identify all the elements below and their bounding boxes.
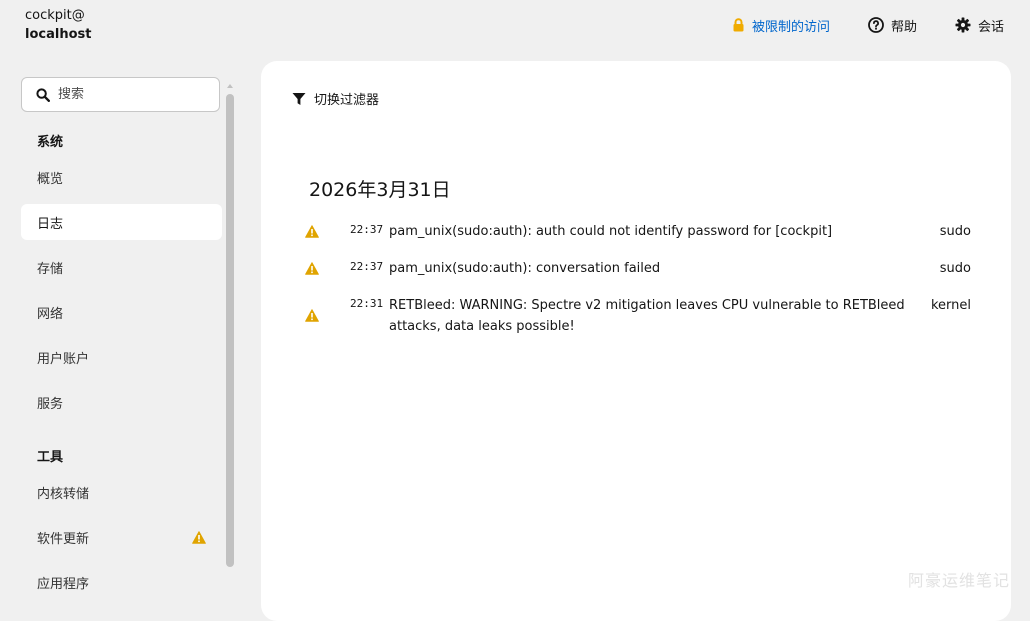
log-entry-time: 22:37 [350,260,384,273]
help-label: 帮助 [890,19,917,35]
log-entry-identifier: sudo [939,224,971,239]
host-label: cockpit@ localhost [25,6,91,44]
nav-section-tools: 工具 [37,450,64,465]
sidebar-item-kdump[interactable]: 内核转储 [21,474,222,510]
sidebar-item-label: 应用程序 [37,576,90,592]
log-entry-row[interactable]: 22:37 pam_unix(sudo:auth): auth could no… [305,221,971,242]
logs-card: 切换过滤器 2026年3月31日 22:37 pam_unix(sudo:aut… [261,61,1011,621]
scroll-up-arrow-icon[interactable] [227,84,233,88]
host-user: cockpit@ [25,8,85,23]
sidebar-item-accounts[interactable]: 用户账户 [21,339,222,375]
sidebar-item-applications[interactable]: 应用程序 [21,564,222,600]
sidebar-item-services[interactable]: 服务 [21,384,222,420]
session-label: 会话 [977,19,1004,35]
scrollbar-thumb[interactable] [226,94,234,567]
sidebar-item-storage[interactable]: 存储 [21,249,222,285]
log-entry-row[interactable]: 22:31 RETBleed: WARNING: Spectre v2 miti… [305,295,971,337]
warning-icon [305,262,319,275]
filter-icon [292,92,306,105]
sidebar-item-label: 内核转储 [37,486,90,502]
sidebar-item-label: 用户账户 [37,351,90,367]
top-toolbar: 被限制的访问 帮助 会话 [694,14,1004,36]
log-entry-row[interactable]: 22:37 pam_unix(sudo:auth): conversation … [305,258,971,279]
gear-icon [955,17,971,33]
warning-icon [192,531,206,544]
limited-access-label: 被限制的访问 [751,19,830,35]
log-entry-time: 22:31 [350,297,384,310]
help-icon [868,17,884,33]
warning-icon [305,225,319,238]
sidebar-item-software-updates[interactable]: 软件更新 [21,519,222,555]
sidebar-item-label: 日志 [37,216,64,232]
search-icon [36,87,50,102]
sidebar-item-label: 概览 [37,171,64,187]
watermark-text: 阿豪运维笔记 [907,571,1010,590]
sidebar-item-label: 服务 [37,396,64,412]
sidebar-item-overview[interactable]: 概览 [21,159,222,195]
nav-section-system: 系统 [37,135,64,150]
log-entry-message: RETBleed: WARNING: Spectre v2 mitigation… [389,298,905,334]
sidebar-item-label: 存储 [37,261,64,277]
help-button[interactable]: 帮助 [868,16,917,35]
search-input[interactable] [58,87,208,102]
log-entry-identifier: sudo [939,261,971,276]
sidebar-scrollbar[interactable] [226,84,234,567]
search-box[interactable] [21,77,220,112]
limited-access-button[interactable]: 被限制的访问 [732,16,830,35]
toggle-filters-button[interactable]: 切换过滤器 [292,89,379,108]
log-entry-message: pam_unix(sudo:auth): conversation failed [389,261,661,276]
log-date-heading: 2026年3月31日 [309,179,451,201]
lock-icon [733,18,744,32]
log-entry-message: pam_unix(sudo:auth): auth could not iden… [389,224,833,239]
toggle-filters-label: 切换过滤器 [314,93,380,108]
log-entry-identifier: kernel [930,298,971,313]
host-name: localhost [25,27,92,42]
warning-icon [305,309,319,322]
sidebar-item-networking[interactable]: 网络 [21,294,222,330]
sidebar-item-label: 网络 [37,306,64,322]
sidebar-item-logs[interactable]: 日志 [21,204,222,240]
sidebar-item-label: 软件更新 [37,531,90,547]
log-entry-time: 22:37 [350,223,384,236]
session-button[interactable]: 会话 [955,16,1004,35]
